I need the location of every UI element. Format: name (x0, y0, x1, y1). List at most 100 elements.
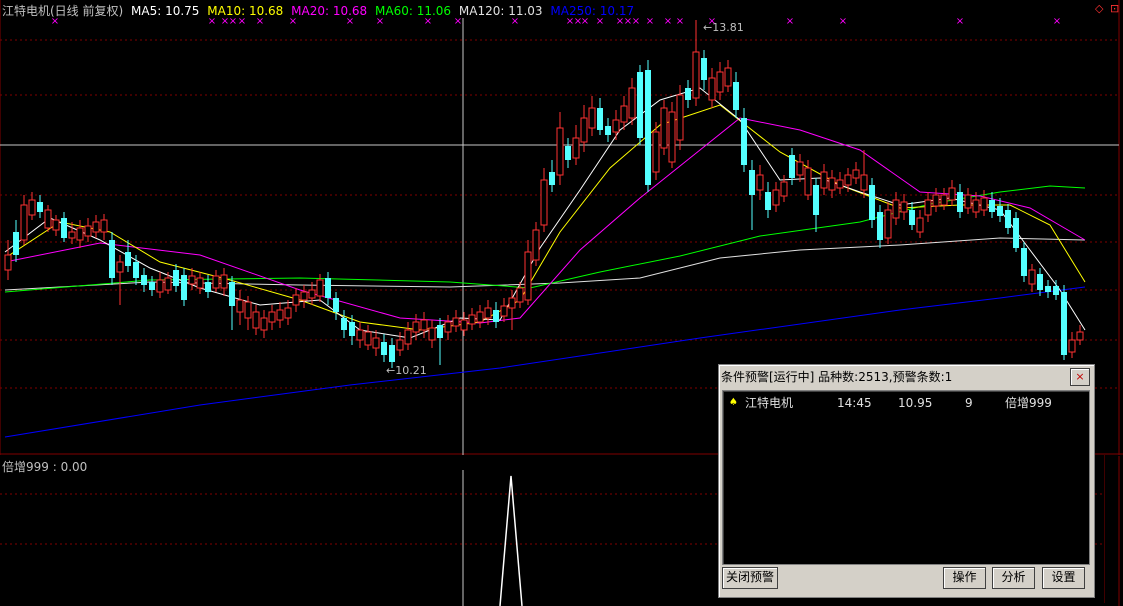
candle-body (268, 311, 276, 323)
candle-body (500, 305, 508, 317)
candle-body (276, 309, 284, 321)
ma20-label: MA20: 10.68 (291, 4, 368, 18)
candle-body (972, 199, 980, 213)
candle-body (212, 275, 220, 289)
list-item[interactable]: ♠ 江特电机 14:45 10.95 9 倍增999 (723, 395, 1089, 411)
candle-body (125, 252, 131, 266)
settings-button[interactable]: 设置 (1042, 567, 1085, 589)
candle-body (68, 231, 76, 239)
candle-body (84, 225, 92, 237)
candle-body (612, 119, 620, 133)
candle-body (1005, 210, 1011, 228)
candle-body (468, 314, 476, 325)
candle-body (772, 189, 780, 206)
candle-body (645, 70, 651, 185)
candle-body (460, 319, 468, 331)
candle-body (909, 210, 915, 225)
signal-spike (499, 475, 523, 606)
candle-body (860, 174, 868, 191)
candle-body (957, 192, 963, 212)
candle-body (349, 322, 355, 336)
candle-body (196, 277, 204, 289)
alert-condition: 倍增999 (1005, 396, 1052, 410)
analyze-button[interactable]: 分析 (992, 567, 1035, 589)
candle-body (420, 319, 428, 331)
candle-body (701, 58, 707, 80)
close-alert-button[interactable]: 关闭预警 (722, 567, 778, 589)
close-icon[interactable]: × (1070, 368, 1090, 386)
candle-body (229, 282, 235, 306)
candle-body (1045, 286, 1051, 292)
left-arrow-icon: ← (703, 21, 713, 34)
candle-body (92, 221, 100, 233)
candle-body (493, 310, 499, 322)
alert-price: 10.95 (898, 396, 933, 410)
candle-body (756, 174, 764, 191)
candle-body (141, 275, 147, 285)
signal-marker: × (676, 16, 684, 27)
candle-body (1037, 274, 1043, 290)
candle-body (173, 270, 179, 286)
operate-button[interactable]: 操作 (943, 567, 986, 589)
candle-body (4, 254, 12, 271)
candle-body (628, 87, 636, 119)
candle-body (476, 311, 484, 323)
candle-body (220, 274, 228, 289)
candle-body (724, 67, 732, 87)
chart-legend: 江特电机(日线 前复权) MA5: 10.75 MA10: 10.68 MA20… (2, 2, 638, 19)
candle-body (181, 275, 187, 300)
ma5-label: MA5: 10.75 (131, 4, 200, 18)
candle-body (900, 201, 908, 213)
expand-icon[interactable]: ⊡ (1110, 2, 1119, 15)
candle-body (292, 294, 300, 306)
signal-marker: × (664, 16, 672, 27)
candle-body (1061, 292, 1067, 355)
condition-alert-window[interactable]: 条件预警[运行中] 品种数:2513,预警条数:1 × ♠ 江特电机 14:45… (718, 364, 1095, 598)
candle-body (508, 297, 516, 309)
candle-body (20, 204, 28, 241)
signal-marker: × (786, 16, 794, 27)
alert-window-title: 条件预警[运行中] 品种数:2513,预警条数:1 (721, 370, 953, 384)
indicator-legend: 倍增999 : 0.00 (2, 460, 88, 474)
candle-body (948, 187, 956, 201)
candle-body (316, 279, 324, 297)
candle-body (749, 170, 755, 195)
diamond-icon[interactable]: ◇ (1095, 2, 1103, 15)
candle-body (37, 202, 43, 212)
candle-body (52, 219, 60, 231)
alert-count: 9 (965, 396, 973, 410)
candle-body (716, 71, 724, 93)
candle-body (44, 209, 52, 229)
candle-body (164, 277, 172, 291)
candle-body (637, 72, 643, 138)
low-price-value: 10.21 (395, 364, 427, 377)
candle-body (412, 321, 420, 333)
alert-list[interactable]: ♠ 江特电机 14:45 10.95 9 倍增999 (722, 390, 1090, 565)
candle-body (789, 155, 795, 178)
ma120-label: MA120: 11.03 (458, 4, 543, 18)
candle-body (924, 199, 932, 216)
candle-body (852, 169, 860, 179)
candle-body (549, 172, 555, 185)
candle-body (1028, 269, 1036, 285)
candle-body (252, 311, 260, 329)
candle-body (333, 298, 339, 312)
ma60-label: MA60: 11.06 (375, 4, 452, 18)
candle-body (109, 240, 115, 278)
candle-body (877, 212, 883, 240)
alert-stock-name: 江特电机 (745, 396, 794, 410)
candle-body (869, 185, 875, 220)
candle-body (1053, 286, 1059, 295)
candle-body (516, 287, 524, 303)
candle-body (484, 307, 492, 319)
candle-body (765, 192, 771, 210)
candle-body (1076, 331, 1084, 341)
candle-body (796, 161, 804, 176)
ma10-label: MA10: 10.68 (207, 4, 284, 18)
candle-body (308, 289, 316, 299)
candle-body (260, 317, 268, 331)
candle-body (389, 345, 395, 362)
candle-body (676, 94, 684, 141)
candle-body (156, 279, 164, 293)
candle-body (828, 177, 836, 191)
